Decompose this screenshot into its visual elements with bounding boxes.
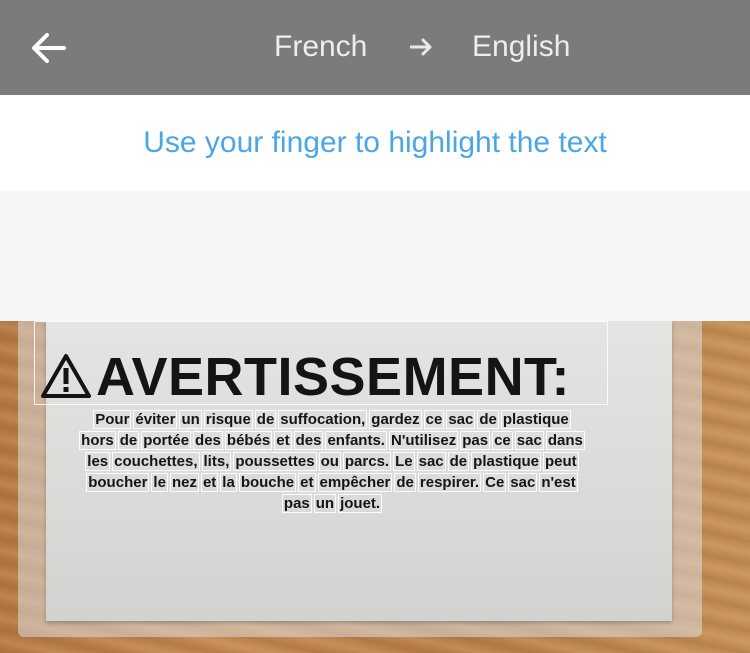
instruction-text: Use your finger to highlight the text bbox=[143, 126, 607, 159]
word-highlight-box[interactable]: sac bbox=[416, 452, 446, 471]
word-highlight-box[interactable]: de bbox=[254, 410, 277, 429]
word-highlight-box[interactable]: de bbox=[394, 473, 416, 492]
arrow-left-icon bbox=[32, 33, 66, 63]
word-highlight-box[interactable]: empêcher bbox=[317, 473, 393, 492]
word-highlight-box[interactable]: un bbox=[313, 494, 337, 513]
source-language-button[interactable]: French bbox=[274, 27, 367, 67]
text-line: hors de portée des bébés et des enfants. N'utili… bbox=[52, 430, 612, 451]
word-highlight-box[interactable]: et bbox=[200, 473, 219, 492]
word-highlight-box[interactable]: de bbox=[477, 410, 499, 429]
word-highlight-box[interactable]: un bbox=[179, 410, 202, 429]
word-highlight-box[interactable]: enfants. bbox=[325, 431, 387, 450]
word-highlight-box[interactable]: parcs. bbox=[342, 452, 392, 471]
word-highlight-box[interactable]: sac bbox=[508, 473, 538, 492]
word-highlight-box[interactable]: pas bbox=[281, 494, 312, 513]
word-highlight-box[interactable]: des bbox=[293, 431, 324, 450]
instruction-banner: Use your finger to highlight the text bbox=[0, 95, 750, 191]
word-highlight-box[interactable]: lits, bbox=[201, 452, 232, 471]
word-highlight-box[interactable]: risque bbox=[203, 410, 253, 429]
word-highlight-box[interactable]: de bbox=[447, 452, 470, 471]
word-highlight-box[interactable]: ce bbox=[492, 431, 513, 450]
word-highlight-box[interactable]: ou bbox=[318, 452, 341, 471]
word-highlight-box[interactable]: suffocation, bbox=[278, 410, 368, 429]
word-highlight-box[interactable]: respirer. bbox=[417, 473, 482, 492]
word-highlight-box[interactable]: ce bbox=[423, 410, 445, 429]
word-highlight-box[interactable]: la bbox=[220, 473, 237, 492]
word-highlight-box[interactable]: boucher bbox=[86, 473, 150, 492]
word-highlight-box[interactable]: n'est bbox=[539, 473, 578, 492]
text-line: les couchettes, lits, poussettes ou parcs. Le s… bbox=[52, 451, 612, 472]
spacer-area bbox=[0, 191, 750, 321]
text-line: pas un jouet. bbox=[52, 493, 612, 514]
word-highlight-box[interactable]: sac bbox=[514, 431, 544, 450]
word-highlight-box[interactable]: dans bbox=[545, 431, 585, 450]
back-button[interactable] bbox=[28, 28, 68, 68]
arrow-right-icon[interactable] bbox=[410, 37, 434, 57]
word-highlight-box[interactable]: Ce bbox=[483, 473, 507, 492]
camera-photo[interactable]: AVERTISSEMENT: Pour éviter un risque de suffo… bbox=[0, 321, 750, 653]
word-highlight-box[interactable]: peut bbox=[543, 452, 579, 471]
word-highlight-box[interactable]: pas bbox=[460, 431, 491, 450]
word-highlight-box[interactable]: les bbox=[85, 452, 111, 471]
word-highlight-box[interactable]: bouche bbox=[238, 473, 297, 492]
word-highlight-box[interactable]: éviter bbox=[133, 410, 178, 429]
word-highlight-box[interactable]: portée bbox=[141, 431, 192, 450]
word-highlight-box[interactable]: de bbox=[117, 431, 140, 450]
word-highlight-box[interactable]: gardez bbox=[369, 410, 422, 429]
word-highlight-box[interactable]: jouet. bbox=[338, 494, 383, 513]
word-highlight-box[interactable]: sac bbox=[446, 410, 476, 429]
word-highlight-box[interactable]: le bbox=[151, 473, 168, 492]
word-highlight-box[interactable]: poussettes bbox=[233, 452, 317, 471]
word-highlight-box[interactable]: plastique bbox=[500, 410, 571, 429]
word-highlight-box[interactable]: et bbox=[298, 473, 316, 492]
word-highlight-box[interactable]: Pour bbox=[93, 410, 132, 429]
word-highlight-box[interactable]: nez bbox=[169, 473, 199, 492]
word-highlight-box[interactable]: Le bbox=[393, 452, 415, 471]
word-highlight-box[interactable]: et bbox=[274, 431, 292, 450]
word-highlight-box[interactable]: couchettes, bbox=[112, 452, 200, 471]
word-highlight-box[interactable]: hors bbox=[79, 431, 116, 450]
top-bar: French English bbox=[0, 0, 750, 95]
word-highlight-box[interactable]: bébés bbox=[224, 431, 273, 450]
headline-text[interactable]: AVERTISSEMENT: bbox=[96, 347, 570, 407]
target-language-button[interactable]: English bbox=[472, 27, 570, 67]
text-line: Pour éviter un risque de suffocation, gardez ce… bbox=[52, 409, 612, 430]
warning-triangle-icon bbox=[41, 354, 91, 398]
word-highlight-box[interactable]: N'utilisez bbox=[388, 431, 459, 450]
word-highlight-box[interactable]: plastique bbox=[471, 452, 542, 471]
text-line: boucher le nez et la bouche et empêcher de respir… bbox=[52, 472, 612, 493]
warning-body-text: Pour éviter un risque de suffocation, gardez ce… bbox=[52, 409, 612, 514]
word-highlight-box[interactable]: des bbox=[193, 431, 223, 450]
